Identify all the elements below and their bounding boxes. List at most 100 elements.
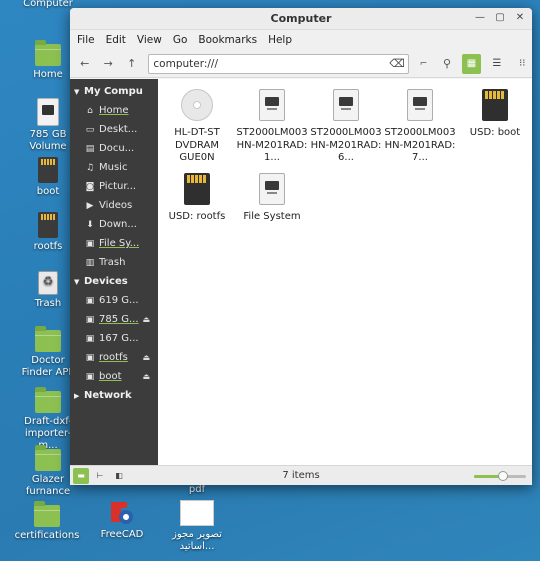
folder-icon bbox=[35, 445, 61, 471]
sidebar-item-downloads[interactable]: ⬇ Down... bbox=[70, 215, 158, 234]
titlebar[interactable]: Computer — ▢ ✕ bbox=[70, 8, 532, 30]
folder-icon bbox=[34, 501, 60, 527]
clear-location-icon[interactable]: ⌫ bbox=[389, 55, 405, 73]
freecad-icon bbox=[109, 500, 135, 526]
file-label: ST2000LM003 HN-M201RAD: 6... bbox=[310, 127, 382, 163]
sidebar-item-device-rootfs[interactable]: ▣ rootfs ⏏ bbox=[70, 348, 158, 367]
video-icon: ▶ bbox=[86, 200, 94, 211]
icon-view-button[interactable]: ▦ bbox=[461, 53, 482, 74]
menu-bookmarks[interactable]: Bookmarks bbox=[198, 34, 257, 46]
collapse-triangle-icon: ▶ bbox=[74, 392, 80, 400]
sidebar-section-devices[interactable]: ▼ Devices bbox=[70, 272, 158, 291]
sidebar-item-trash[interactable]: ▥ Trash bbox=[70, 253, 158, 272]
sidebar-section-network[interactable]: ▶ Network bbox=[70, 386, 158, 405]
zoom-handle[interactable] bbox=[497, 471, 508, 481]
sidebar-item-videos[interactable]: ▶ Videos bbox=[70, 196, 158, 215]
zoom-slider[interactable] bbox=[474, 471, 526, 481]
trash-icon: ▥ bbox=[85, 257, 95, 268]
sdcard-icon bbox=[38, 157, 58, 183]
item-count: 7 items bbox=[282, 470, 320, 481]
sidebar-item-device-785[interactable]: ▣ 785 G... ⏏ bbox=[70, 310, 158, 329]
optical-disc-icon bbox=[181, 89, 213, 121]
menu-view[interactable]: View bbox=[137, 34, 162, 46]
desktop-icon-pdf[interactable]: pdf bbox=[161, 484, 233, 496]
window-title: Computer bbox=[270, 12, 332, 25]
sidebar: ▼ My Compu ⌂ Home ▭ Deskt... ▤ Docu... ♫ Musi… bbox=[70, 79, 158, 465]
desktop-icon: ▭ bbox=[85, 124, 95, 135]
file-label: HL-DT-ST DVDRAM GUE0N bbox=[174, 127, 220, 163]
close-icon[interactable]: ✕ bbox=[514, 12, 526, 24]
sdcard-icon bbox=[184, 173, 210, 205]
minimize-icon[interactable]: — bbox=[474, 12, 486, 24]
freecad-label: FreeCAD bbox=[100, 529, 144, 540]
computer-label: Computer bbox=[23, 0, 73, 9]
file-manager-window: Computer — ▢ ✕ File Edit View Go Bookmar… bbox=[70, 8, 532, 485]
file-label: USD: rootfs bbox=[168, 211, 226, 222]
sdcard-icon bbox=[482, 89, 508, 121]
file-view[interactable]: HL-DT-ST DVDRAM GUE0N ST2000LM003 HN-M20… bbox=[158, 79, 532, 465]
trash-icon bbox=[38, 271, 58, 295]
file-label: ST2000LM003 HN-M201RAD: 7... bbox=[384, 127, 456, 163]
document-icon: ▤ bbox=[85, 143, 95, 154]
music-icon: ♫ bbox=[85, 162, 95, 173]
volume-label: 785 GB Volume bbox=[29, 129, 67, 152]
drive-icon bbox=[37, 98, 59, 126]
sidebar-item-device-boot[interactable]: ▣ boot ⏏ bbox=[70, 367, 158, 386]
file-item-hdd-3[interactable]: ST2000LM003 HN-M201RAD: 7... bbox=[383, 89, 457, 165]
file-item-file-system[interactable]: File System bbox=[235, 173, 309, 224]
search-icon[interactable]: ⚲ bbox=[438, 55, 455, 73]
back-arrow-icon[interactable]: ← bbox=[76, 55, 93, 73]
folder-icon bbox=[35, 326, 61, 352]
sidebar-item-documents[interactable]: ▤ Docu... bbox=[70, 139, 158, 158]
file-item-hdd-1[interactable]: ST2000LM003 HN-M201RAD: 1... bbox=[235, 89, 309, 165]
desktop-icon-license-image[interactable]: تصویر مجوز اساتید... bbox=[161, 500, 233, 553]
drive-icon: ▣ bbox=[85, 352, 95, 363]
location-bar[interactable]: computer:/// ⌫ bbox=[148, 53, 409, 74]
camera-icon: ◙ bbox=[85, 181, 95, 192]
drive-icon: ▣ bbox=[85, 238, 95, 249]
toggle-location-icon[interactable]: ⌐ bbox=[415, 55, 432, 73]
up-arrow-icon[interactable]: ↑ bbox=[123, 55, 140, 73]
download-icon: ⬇ bbox=[86, 219, 94, 230]
desktop-icon-freecad[interactable]: FreeCAD bbox=[86, 500, 158, 541]
compact-view-button[interactable]: ⁝⁝ bbox=[513, 54, 532, 74]
eject-icon[interactable]: ⏏ bbox=[142, 372, 150, 381]
image-thumbnail-icon bbox=[180, 500, 214, 526]
sidebar-item-device-167[interactable]: ▣ 167 G... bbox=[70, 329, 158, 348]
sidebar-section-my-computer[interactable]: ▼ My Compu bbox=[70, 82, 158, 101]
file-item-hdd-2[interactable]: ST2000LM003 HN-M201RAD: 6... bbox=[309, 89, 383, 165]
trash-label: Trash bbox=[34, 298, 62, 309]
list-view-button[interactable]: ☰ bbox=[487, 54, 506, 74]
desktop-icon-certifications[interactable]: certifications bbox=[11, 501, 83, 542]
expand-triangle-icon: ▼ bbox=[74, 88, 80, 96]
file-label: USD: boot bbox=[469, 127, 521, 138]
home-icon: ⌂ bbox=[87, 105, 93, 116]
menu-help[interactable]: Help bbox=[268, 34, 292, 46]
sidebar-item-desktop[interactable]: ▭ Deskt... bbox=[70, 120, 158, 139]
home-label: Home bbox=[33, 69, 63, 80]
drive-icon: ▣ bbox=[85, 314, 95, 325]
file-item-dvd[interactable]: HL-DT-ST DVDRAM GUE0N bbox=[160, 89, 234, 165]
maximize-icon[interactable]: ▢ bbox=[494, 12, 506, 24]
sidebar-item-file-system[interactable]: ▣ File Sy... bbox=[70, 234, 158, 253]
menu-go[interactable]: Go bbox=[173, 34, 188, 46]
forward-arrow-icon[interactable]: → bbox=[99, 55, 116, 73]
menu-file[interactable]: File bbox=[77, 34, 95, 46]
drive-icon: ▣ bbox=[85, 371, 95, 382]
sidebar-item-home[interactable]: ⌂ Home bbox=[70, 101, 158, 120]
drive-icon: ▣ bbox=[85, 295, 95, 306]
folder-icon bbox=[35, 40, 61, 66]
file-item-usd-boot[interactable]: USD: boot bbox=[458, 89, 532, 140]
sdcard-icon bbox=[38, 212, 58, 238]
rootfs-label: rootfs bbox=[33, 241, 63, 252]
eject-icon[interactable]: ⏏ bbox=[142, 315, 150, 324]
statusbar: ▬ ⊢ ◧ 7 items bbox=[70, 465, 532, 485]
location-text: computer:/// bbox=[153, 57, 219, 70]
hard-drive-icon bbox=[333, 89, 359, 121]
sidebar-item-pictures[interactable]: ◙ Pictur... bbox=[70, 177, 158, 196]
sidebar-item-device-619[interactable]: ▣ 619 G... bbox=[70, 291, 158, 310]
file-item-usd-rootfs[interactable]: USD: rootfs bbox=[160, 173, 234, 224]
menu-edit[interactable]: Edit bbox=[106, 34, 126, 46]
sidebar-item-music[interactable]: ♫ Music bbox=[70, 158, 158, 177]
eject-icon[interactable]: ⏏ bbox=[142, 353, 150, 362]
